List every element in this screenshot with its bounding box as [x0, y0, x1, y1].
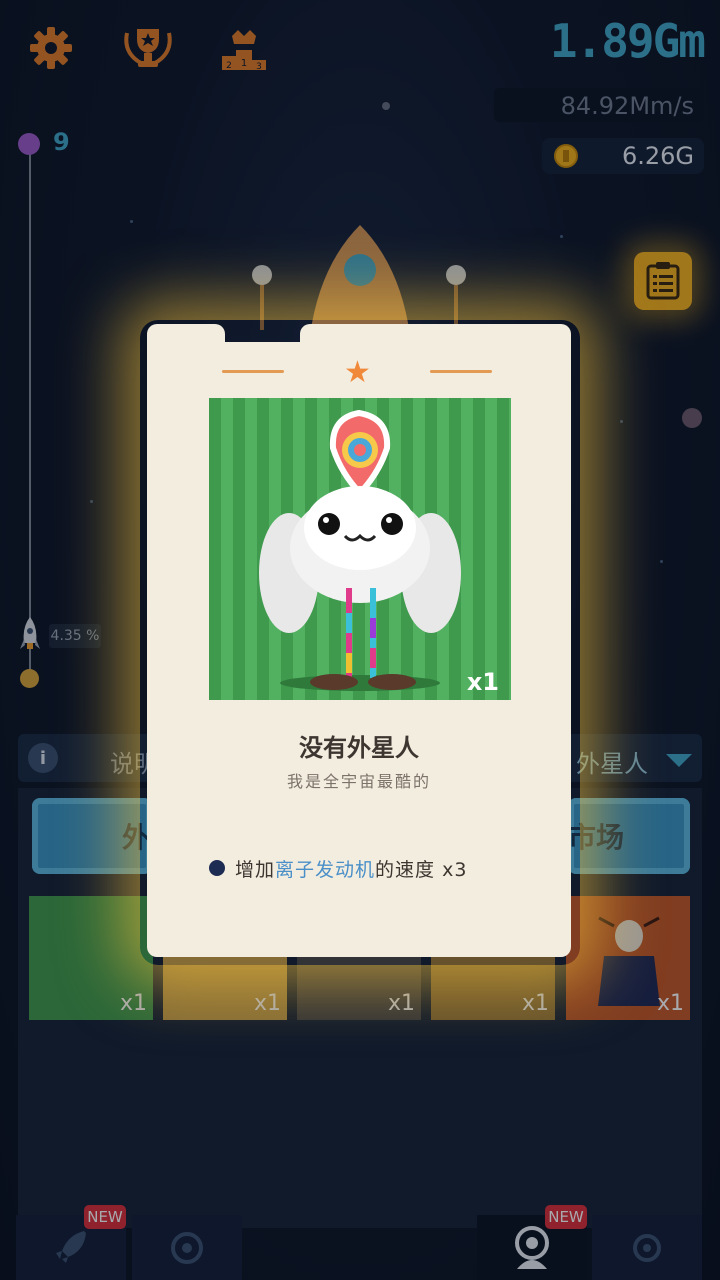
effect-suffix: 的速度 x3	[375, 859, 468, 881]
alien-artwork: x1	[209, 398, 511, 700]
star-icon: ★	[344, 355, 371, 390]
divider	[222, 370, 284, 373]
alien-name: 没有外星人	[299, 734, 419, 762]
bullet-dot	[209, 860, 225, 876]
effect-prefix: 增加	[235, 859, 276, 881]
divider	[430, 370, 492, 373]
alien-count: x1	[466, 668, 499, 696]
alien-figure	[259, 409, 461, 691]
alien-description: 我是全宇宙最酷的	[286, 772, 431, 791]
alien-effect: 增加离子发动机的速度 x3	[235, 855, 467, 882]
effect-highlight: 离子发动机	[275, 859, 376, 881]
